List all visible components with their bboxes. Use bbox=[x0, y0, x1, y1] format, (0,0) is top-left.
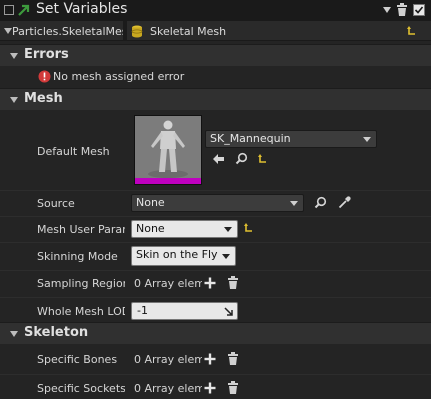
error-message: No mesh assigned error bbox=[53, 70, 185, 83]
chevron-down-icon bbox=[222, 254, 230, 259]
parameter-row: Particles.SkeletalMes Skeletal Mesh bbox=[0, 21, 431, 41]
thumbnail-color-bar bbox=[135, 178, 201, 184]
chevron-down-icon bbox=[290, 201, 298, 206]
whole-mesh-lod-value: -1 bbox=[137, 304, 148, 317]
sampling-region-value: 0 Array elem bbox=[134, 277, 202, 290]
browse-search-icon[interactable] bbox=[314, 196, 327, 209]
section-errors[interactable]: Errors bbox=[0, 44, 431, 66]
parameter-expand-caret[interactable] bbox=[4, 28, 12, 34]
chevron-down-icon bbox=[363, 137, 371, 142]
module-title: Set Variables bbox=[36, 1, 128, 17]
clear-array-icon[interactable] bbox=[227, 381, 239, 395]
section-expand-caret bbox=[10, 331, 18, 337]
specific-sockets-value: 0 Array elem bbox=[134, 382, 202, 395]
sampling-region-label: Sampling Region bbox=[37, 277, 125, 290]
source-label: Source bbox=[37, 197, 75, 210]
mesh-user-param-combo[interactable]: None bbox=[131, 220, 238, 238]
skinning-mode-value: Skin on the Fly bbox=[136, 248, 218, 261]
skeletal-mesh-type-icon bbox=[131, 25, 143, 38]
clear-array-icon[interactable] bbox=[227, 352, 239, 366]
row-divider bbox=[0, 190, 431, 191]
skinning-mode-combo[interactable]: Skin on the Fly bbox=[131, 246, 236, 266]
parameter-name[interactable]: Particles.SkeletalMes bbox=[12, 25, 123, 38]
row-divider bbox=[0, 297, 431, 298]
section-mesh-label: Mesh bbox=[24, 91, 63, 106]
parameter-type: Skeletal Mesh bbox=[150, 25, 227, 38]
module-dropdown-icon[interactable] bbox=[383, 7, 391, 13]
row-divider bbox=[0, 374, 431, 375]
reset-to-default-icon[interactable] bbox=[257, 153, 269, 165]
whole-mesh-lod-label: Whole Mesh LOD bbox=[37, 305, 125, 318]
section-skeleton[interactable]: Skeleton bbox=[0, 322, 431, 344]
module-title-bar[interactable]: Set Variables bbox=[0, 0, 431, 21]
eyedropper-icon[interactable] bbox=[338, 196, 351, 209]
row-divider bbox=[0, 242, 431, 243]
mesh-user-param-label: Mesh User Parar bbox=[37, 223, 125, 236]
source-combo[interactable]: None bbox=[131, 194, 304, 212]
column-splitter[interactable] bbox=[123, 21, 127, 41]
section-expand-caret bbox=[10, 97, 18, 103]
specific-sockets-label: Specific Sockets bbox=[37, 382, 125, 395]
default-mesh-label: Default Mesh bbox=[37, 145, 110, 158]
default-mesh-value: SK_Mannequin bbox=[210, 132, 291, 145]
reset-to-default-icon[interactable] bbox=[243, 222, 255, 234]
mesh-user-param-value: None bbox=[136, 222, 165, 235]
specific-bones-label: Specific Bones bbox=[37, 353, 118, 366]
section-errors-label: Errors bbox=[24, 47, 69, 62]
enabled-checkbox[interactable] bbox=[413, 4, 425, 16]
source-value: None bbox=[136, 196, 165, 209]
reset-to-default-icon[interactable] bbox=[406, 25, 418, 37]
delete-icon[interactable] bbox=[396, 3, 408, 17]
section-mesh[interactable]: Mesh bbox=[0, 88, 431, 110]
row-divider bbox=[0, 270, 431, 271]
mannequin-image bbox=[135, 116, 201, 178]
skinning-mode-label: Skinning Mode bbox=[37, 250, 118, 263]
enable-checkbox[interactable] bbox=[4, 5, 14, 15]
chevron-down-icon bbox=[224, 227, 232, 232]
clear-array-icon[interactable] bbox=[227, 276, 239, 290]
specific-bones-value: 0 Array elem bbox=[134, 353, 202, 366]
default-mesh-combo[interactable]: SK_Mannequin bbox=[205, 130, 377, 148]
add-element-icon[interactable] bbox=[204, 382, 216, 394]
resize-grip-icon bbox=[224, 307, 233, 316]
row-divider bbox=[0, 216, 431, 217]
section-skeleton-label: Skeleton bbox=[24, 325, 89, 340]
add-element-icon[interactable] bbox=[204, 277, 216, 289]
section-expand-caret bbox=[10, 53, 18, 59]
error-icon bbox=[38, 70, 51, 83]
add-element-icon[interactable] bbox=[204, 353, 216, 365]
browse-search-icon[interactable] bbox=[235, 152, 248, 165]
use-selected-asset-icon[interactable] bbox=[212, 153, 225, 165]
set-variables-icon bbox=[17, 3, 31, 17]
whole-mesh-lod-input[interactable]: -1 bbox=[131, 302, 238, 320]
mesh-thumbnail[interactable] bbox=[134, 115, 202, 185]
